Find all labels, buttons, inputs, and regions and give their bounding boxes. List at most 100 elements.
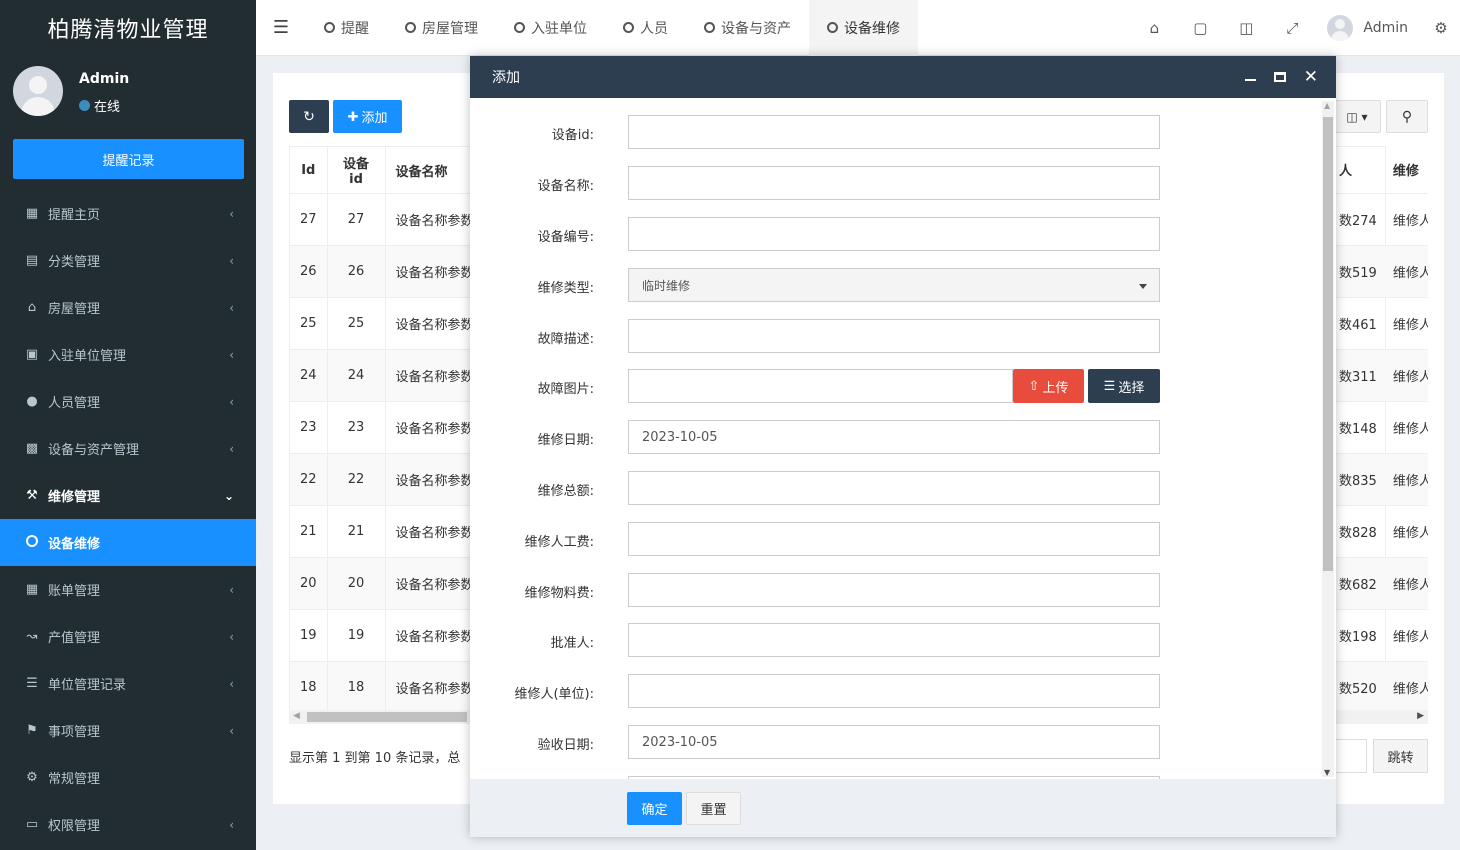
tab-house[interactable]: 房屋管理 [387, 0, 496, 56]
search-button[interactable]: ⚲ [1386, 100, 1428, 133]
cell-id: 25 [289, 297, 328, 350]
gears-icon[interactable]: ⚙ [1422, 19, 1460, 37]
acceptance-date-input[interactable]: 2023-10-05 [628, 725, 1160, 759]
field-label: 故障图片: [537, 382, 594, 397]
admin-menu[interactable]: Admin [1315, 15, 1422, 41]
cell-device-id: 22 [326, 453, 386, 506]
approver-input[interactable] [628, 623, 1160, 657]
sidebar-item-bills[interactable]: ▦ 账单管理 ‹ [0, 566, 256, 613]
choose-button[interactable]: ☰ 选择 [1088, 369, 1160, 403]
sidebar-item-label: 设备维修 [48, 537, 101, 552]
column-header-repair[interactable]: 维修 [1382, 146, 1428, 194]
cell-device-id: 18 [326, 661, 386, 714]
repairer-input[interactable] [628, 674, 1160, 708]
table-row[interactable]: 数198 维修人 [1333, 609, 1428, 662]
calculator-icon: ▦ [25, 582, 39, 597]
repair-total-input[interactable] [628, 471, 1160, 505]
cell-id: 22 [289, 453, 328, 506]
chevron-left-icon: ‹ [229, 394, 234, 409]
tab-label: 房屋管理 [422, 20, 478, 37]
scrollbar-thumb[interactable] [1323, 117, 1333, 571]
material-cost-input[interactable] [628, 573, 1160, 607]
sidebar-item-tenant[interactable]: ▣ 入驻单位管理 ‹ [0, 331, 256, 378]
tab-tenant[interactable]: 入驻单位 [496, 0, 605, 56]
table-row[interactable]: 数828 维修人 [1333, 505, 1428, 558]
sidebar-item-repair[interactable]: ⚒ 维修管理 ⌄ [0, 472, 256, 519]
sidebar-item-general[interactable]: ⚙ 常规管理 [0, 754, 256, 801]
vertical-scrollbar[interactable]: ▲ ▼ [1322, 101, 1334, 777]
home-icon[interactable]: ⌂ [1131, 19, 1177, 37]
refresh-button[interactable]: ↻ [289, 100, 329, 133]
sidebar-item-remind-home[interactable]: ▦ 提醒主页 ‹ [0, 190, 256, 237]
chevron-left-icon: ‹ [229, 676, 234, 691]
page-jump-input[interactable] [1333, 739, 1367, 773]
scroll-right-icon[interactable]: ▶ [1417, 711, 1424, 721]
sidebar-item-house[interactable]: ⌂ 房屋管理 ‹ [0, 284, 256, 331]
tab-label: 设备维修 [844, 20, 900, 37]
trash-icon[interactable]: ▢ [1177, 19, 1223, 37]
repair-date-input[interactable]: 2023-10-05 [628, 420, 1160, 454]
device-id-input[interactable] [628, 115, 1160, 149]
tab-remind[interactable]: 提醒 [306, 0, 387, 56]
confirm-button[interactable]: 确定 [627, 792, 682, 825]
sidebar-item-matters[interactable]: ⚑ 事项管理 ‹ [0, 707, 256, 754]
field-label: 维修类型: [537, 281, 594, 296]
table-row[interactable]: 数274 维修人 [1333, 193, 1428, 246]
column-header-id[interactable]: Id [289, 146, 328, 194]
labor-cost-input[interactable] [628, 522, 1160, 556]
repair-type-select[interactable]: 临时维修 [628, 268, 1160, 302]
table-row[interactable]: 数835 维修人 [1333, 453, 1428, 506]
table-row[interactable]: 数311 维修人 [1333, 349, 1428, 402]
menu-toggle-icon[interactable]: ☰ [256, 17, 306, 38]
sidebar-item-category[interactable]: ▤ 分类管理 ‹ [0, 237, 256, 284]
scroll-down-icon[interactable]: ▼ [1324, 768, 1330, 777]
scroll-up-icon[interactable]: ▲ [1324, 101, 1330, 110]
tab-equipment-repair[interactable]: 设备维修 [809, 0, 918, 56]
table-row[interactable]: 数148 维修人 [1333, 401, 1428, 454]
dialog-title: 添加 [492, 70, 520, 86]
column-header-device-id[interactable]: 设备id [326, 146, 386, 194]
fault-image-input[interactable] [628, 369, 1013, 403]
add-button[interactable]: ✚ 添加 [333, 100, 402, 133]
cell-device-id: 20 [326, 557, 386, 610]
table-row[interactable]: 数461 维修人 [1333, 297, 1428, 350]
tab-staff[interactable]: 人员 [605, 0, 686, 56]
book-icon: ▤ [25, 253, 39, 268]
cell-repairer: 维修人 [1382, 453, 1428, 506]
cell-device-id: 24 [326, 349, 386, 402]
sidebar-item-equipment[interactable]: ▩ 设备与资产管理 ‹ [0, 425, 256, 472]
reset-button[interactable]: 重置 [686, 792, 741, 825]
chevron-left-icon: ‹ [229, 723, 234, 738]
sidebar-item-staff[interactable]: ● 人员管理 ‹ [0, 378, 256, 425]
remind-records-button[interactable]: 提醒记录 [13, 139, 244, 179]
table-row[interactable]: 数519 维修人 [1333, 245, 1428, 298]
page-jump-button[interactable]: 跳转 [1373, 739, 1428, 773]
sidebar-item-permission[interactable]: ▭ 权限管理 ‹ [0, 801, 256, 848]
export-button[interactable]: ◫ ▾ [1333, 100, 1381, 133]
cell-repairer: 维修人 [1382, 349, 1428, 402]
form-row-material: 维修物料费: [470, 573, 1336, 607]
close-icon[interactable]: ✕ [1304, 68, 1318, 86]
maximize-icon[interactable] [1273, 72, 1286, 82]
device-code-input[interactable] [628, 217, 1160, 251]
tab-equipment[interactable]: 设备与资产 [686, 0, 809, 56]
scroll-left-icon[interactable]: ◀ [293, 711, 300, 721]
minimize-icon[interactable] [1244, 79, 1256, 81]
dialog-header[interactable]: 添加 ✕ [470, 56, 1336, 98]
upload-button[interactable]: ⇧ 上传 [1013, 369, 1084, 403]
fault-description-input[interactable] [628, 319, 1160, 353]
device-name-input[interactable] [628, 166, 1160, 200]
brand-title[interactable]: 柏腾清物业管理 [0, 0, 256, 56]
table-row[interactable]: 数520 维修人 [1333, 661, 1428, 714]
cell-param: 数311 [1333, 349, 1383, 402]
table-row[interactable]: 数682 维修人 [1333, 557, 1428, 610]
sidebar-item-unit-records[interactable]: ☰ 单位管理记录 ‹ [0, 660, 256, 707]
cell-device-id: 25 [326, 297, 386, 350]
column-header-person[interactable]: 人 [1333, 146, 1383, 194]
translate-icon[interactable]: ◫ [1223, 19, 1269, 37]
cell-id: 27 [289, 193, 328, 246]
fullscreen-icon[interactable]: ⤢ [1269, 19, 1315, 37]
sidebar-item-equipment-repair[interactable]: 设备维修 [0, 519, 256, 566]
scrollbar-thumb[interactable] [307, 712, 467, 722]
sidebar-item-output[interactable]: ↝ 产值管理 ‹ [0, 613, 256, 660]
